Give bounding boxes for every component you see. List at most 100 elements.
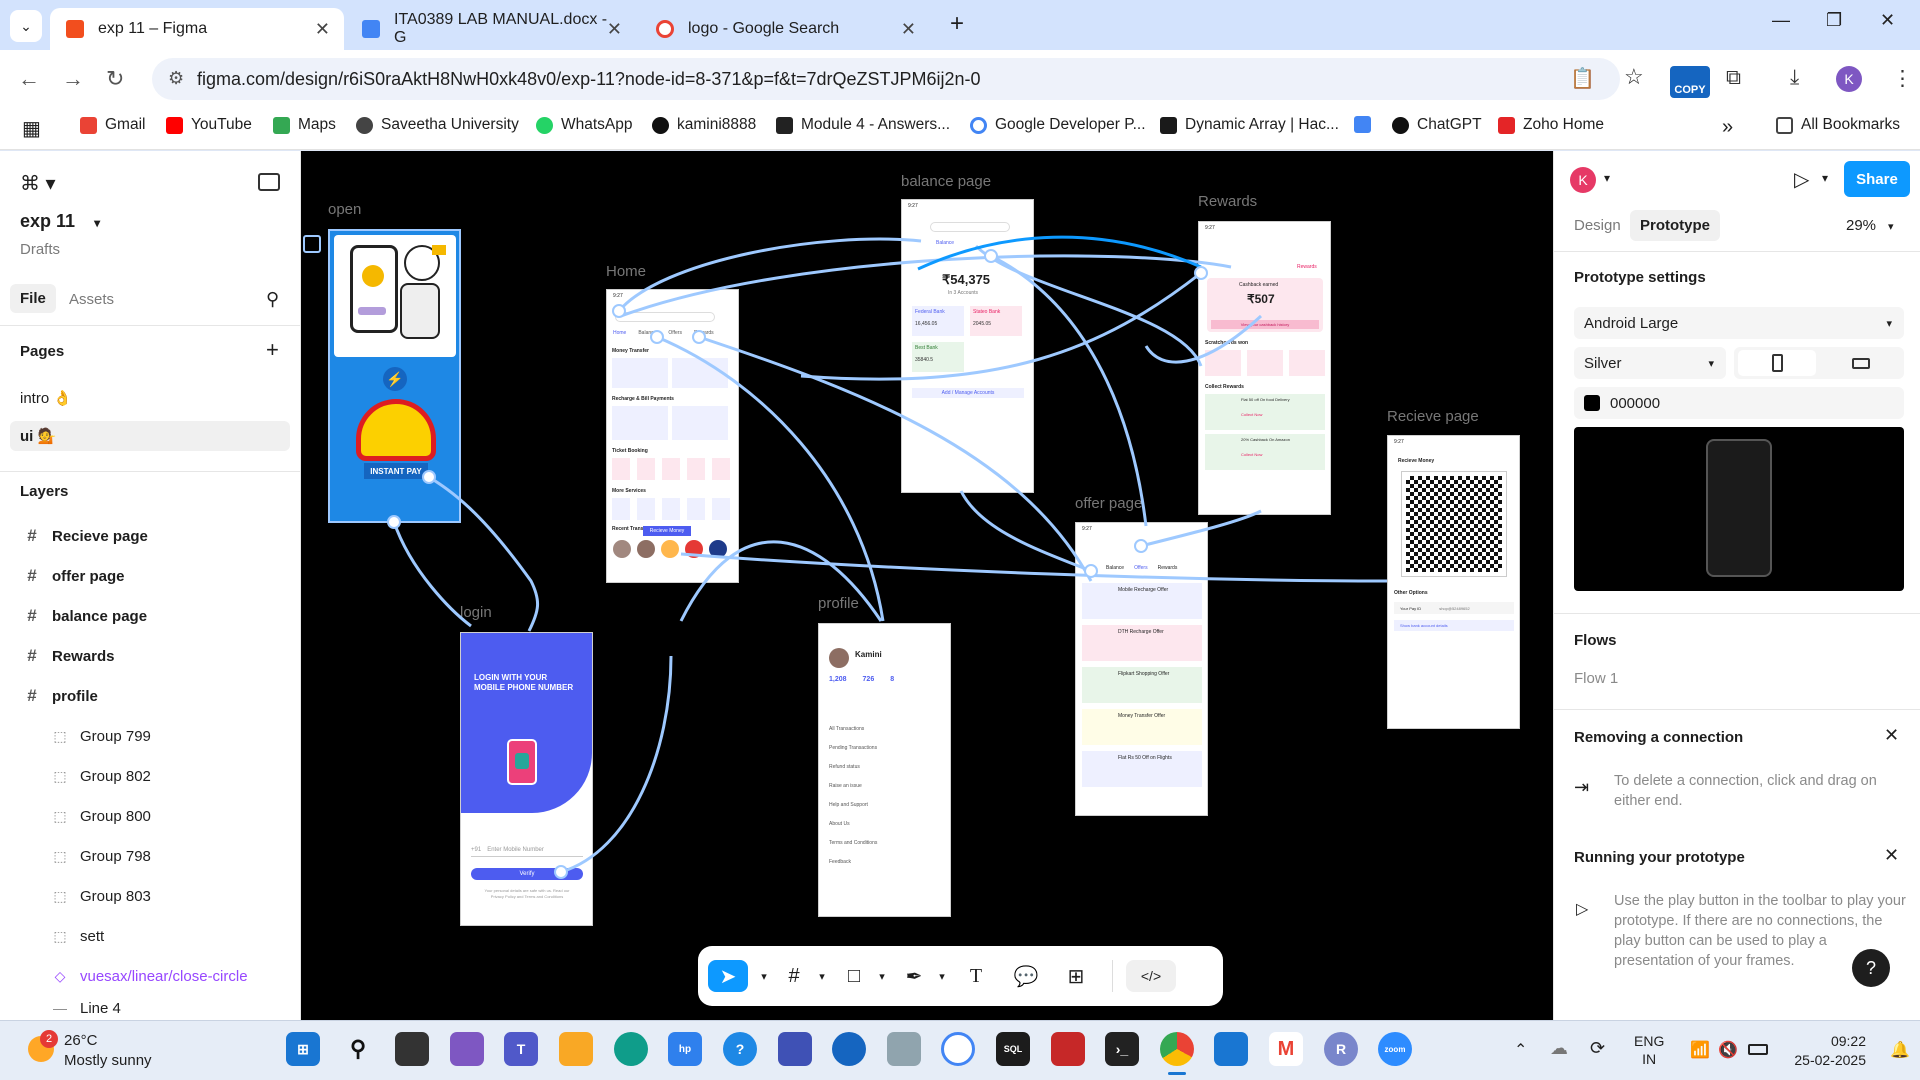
clock[interactable]: 09:22 25-02-2025 bbox=[1786, 1032, 1866, 1070]
more-menu-icon[interactable]: ⋮ bbox=[1892, 66, 1913, 91]
model-select[interactable]: Silver ▾ bbox=[1574, 347, 1726, 379]
layer-group-802[interactable]: ⬚ Group 802 bbox=[0, 756, 300, 796]
language-indicator[interactable]: ENG IN bbox=[1634, 1032, 1664, 1068]
myhp-icon[interactable]: hp bbox=[668, 1032, 702, 1066]
microsoft-store-icon[interactable] bbox=[1214, 1032, 1248, 1066]
layer-recieve-page[interactable]: # Recieve page bbox=[0, 516, 300, 556]
chevron-down-icon[interactable]: ▾ bbox=[94, 216, 100, 230]
window-close-icon[interactable]: ✕ bbox=[1880, 10, 1895, 31]
bookmark-zoho[interactable]: Zoho Home bbox=[1498, 116, 1604, 134]
terminal-icon[interactable]: ›_ bbox=[1105, 1032, 1139, 1066]
close-icon[interactable]: ✕ bbox=[607, 19, 622, 40]
bookmark-saveetha[interactable]: Saveetha University bbox=[356, 116, 519, 134]
chevron-down-icon[interactable]: ▾ bbox=[1604, 171, 1610, 185]
volume-icon[interactable]: 🔇 bbox=[1718, 1040, 1738, 1060]
zoom-icon[interactable]: zoom bbox=[1378, 1032, 1412, 1066]
tab-design[interactable]: Design bbox=[1574, 217, 1621, 234]
weather-widget[interactable]: 2 26°C Mostly sunny bbox=[24, 1030, 184, 1074]
user-avatar[interactable]: K bbox=[1570, 167, 1596, 193]
sidebar-toggle-icon[interactable] bbox=[258, 173, 280, 191]
teams-icon[interactable]: T bbox=[504, 1032, 538, 1066]
help-button[interactable]: ? bbox=[1852, 949, 1890, 987]
copy-extension-button[interactable]: COPY bbox=[1670, 66, 1710, 98]
mysql-icon[interactable]: SQL bbox=[996, 1032, 1030, 1066]
more-bookmarks-icon[interactable]: » bbox=[1722, 116, 1733, 139]
close-icon[interactable]: ✕ bbox=[901, 19, 916, 40]
clipboard-icon[interactable]: 📋 bbox=[1570, 66, 1595, 91]
download-icon[interactable]: ⤓ bbox=[1790, 66, 1799, 90]
task-view-icon[interactable] bbox=[395, 1032, 429, 1066]
sync-icon[interactable]: ⟳ bbox=[1590, 1038, 1605, 1059]
tool-chevron-down-icon[interactable]: ▾ bbox=[866, 960, 898, 992]
restore-icon[interactable]: ❐ bbox=[1826, 10, 1842, 31]
windows-start-icon[interactable]: ⊞ bbox=[286, 1032, 320, 1066]
edge-icon[interactable] bbox=[614, 1032, 648, 1066]
tab-docs[interactable]: ITA0389 LAB MANUAL.docx - G ✕ bbox=[346, 8, 636, 50]
comment-tool-icon[interactable]: 💬 bbox=[1010, 960, 1042, 992]
taskbar-search-icon[interactable]: ⚲ bbox=[341, 1032, 375, 1066]
layer-group-799[interactable]: ⬚ Group 799 bbox=[0, 716, 300, 756]
bookmark-youtube[interactable]: YouTube bbox=[166, 116, 252, 134]
page-item-intro[interactable]: intro 👌 bbox=[20, 389, 72, 407]
close-icon[interactable]: ✕ bbox=[1884, 845, 1899, 866]
layer-group-798[interactable]: ⬚ Group 798 bbox=[0, 836, 300, 876]
figma-menu-icon[interactable]: ⌘ ▾ bbox=[20, 171, 56, 196]
layer-sett[interactable]: ⬚ sett bbox=[0, 916, 300, 956]
wifi-icon[interactable]: 📶 bbox=[1690, 1040, 1710, 1060]
address-bar[interactable]: ⚙ figma.com/design/r6iS0raAktH8NwH0xk48v… bbox=[152, 58, 1644, 100]
notifications-icon[interactable]: 🔔 bbox=[1890, 1040, 1910, 1060]
tab-figma[interactable]: exp 11 – Figma ✕ bbox=[50, 8, 344, 50]
search-icon[interactable]: ⚲ bbox=[266, 289, 279, 310]
layer-group-803[interactable]: ⬚ Group 803 bbox=[0, 876, 300, 916]
bookmark-hackerrank[interactable]: Dynamic Array | Hac... bbox=[1160, 116, 1339, 134]
file-name[interactable]: exp 11 ▾ bbox=[20, 211, 100, 232]
bookmark-module4[interactable]: Module 4 - Answers... bbox=[776, 116, 950, 134]
battery-icon[interactable] bbox=[1748, 1044, 1768, 1055]
layer-profile[interactable]: # profile bbox=[0, 676, 300, 716]
extensions-icon[interactable]: ⧉ bbox=[1726, 66, 1741, 90]
file-explorer-icon[interactable] bbox=[559, 1032, 593, 1066]
tab-file[interactable]: File bbox=[10, 284, 56, 313]
reload-icon[interactable]: ↻ bbox=[106, 66, 124, 92]
layer-line-4[interactable]: — Line 4 bbox=[0, 996, 300, 1020]
device-select[interactable]: Android Large ▾ bbox=[1574, 307, 1904, 339]
flow-item[interactable]: Flow 1 bbox=[1574, 670, 1618, 687]
close-icon[interactable]: ✕ bbox=[315, 19, 330, 40]
chevron-down-icon[interactable]: ▾ bbox=[1822, 171, 1828, 185]
color-swatch[interactable] bbox=[1584, 395, 1600, 411]
layer-group-800[interactable]: ⬚ Group 800 bbox=[0, 796, 300, 836]
layer-balance-page[interactable]: # balance page bbox=[0, 596, 300, 636]
tab-google[interactable]: logo - Google Search ✕ bbox=[640, 8, 930, 50]
site-info-icon[interactable]: ⚙ bbox=[168, 68, 184, 89]
orientation-toggle[interactable] bbox=[1734, 347, 1904, 379]
layer-close-circle[interactable]: ◇ vuesax/linear/close-circle bbox=[0, 956, 300, 996]
bookmark-github[interactable]: kamini8888 bbox=[652, 116, 756, 134]
new-tab-button[interactable]: + bbox=[950, 10, 964, 38]
paint-icon[interactable] bbox=[887, 1032, 921, 1066]
google-app-icon[interactable] bbox=[941, 1032, 975, 1066]
tab-prototype[interactable]: Prototype bbox=[1630, 210, 1721, 241]
layer-offer-page[interactable]: # offer page bbox=[0, 556, 300, 596]
share-button[interactable]: Share bbox=[1844, 161, 1910, 197]
bookmark-gmail[interactable]: Gmail bbox=[80, 116, 145, 134]
tab-assets[interactable]: Assets bbox=[69, 291, 114, 308]
tab-search-button[interactable]: ⌄ bbox=[10, 10, 42, 42]
actions-tool-icon[interactable]: ⊞ bbox=[1060, 960, 1092, 992]
tool-chevron-down-icon[interactable]: ▾ bbox=[926, 960, 958, 992]
layer-rewards[interactable]: # Rewards bbox=[0, 636, 300, 676]
back-icon[interactable]: ← bbox=[18, 66, 40, 92]
landscape-icon[interactable] bbox=[1822, 350, 1900, 376]
dev-mode-icon[interactable]: </> bbox=[1126, 960, 1176, 992]
help-app-icon[interactable]: ? bbox=[723, 1032, 757, 1066]
portrait-icon[interactable] bbox=[1738, 350, 1816, 376]
tray-chevron-icon[interactable]: ⌃ bbox=[1514, 1040, 1527, 1060]
add-page-icon[interactable]: + bbox=[266, 337, 279, 363]
zoom-level[interactable]: 29% ▾ bbox=[1846, 217, 1894, 234]
star-icon[interactable]: ☆ bbox=[1624, 64, 1644, 90]
mcafee-icon[interactable] bbox=[1051, 1032, 1085, 1066]
close-icon[interactable]: ✕ bbox=[1884, 725, 1899, 746]
forward-icon[interactable]: → bbox=[62, 66, 84, 92]
figma-canvas[interactable]: open Home login balance page profile Rew… bbox=[301, 151, 1553, 1020]
gmail-app-icon[interactable]: M bbox=[1269, 1032, 1303, 1066]
page-item-ui[interactable]: ui 💁 bbox=[10, 421, 290, 451]
